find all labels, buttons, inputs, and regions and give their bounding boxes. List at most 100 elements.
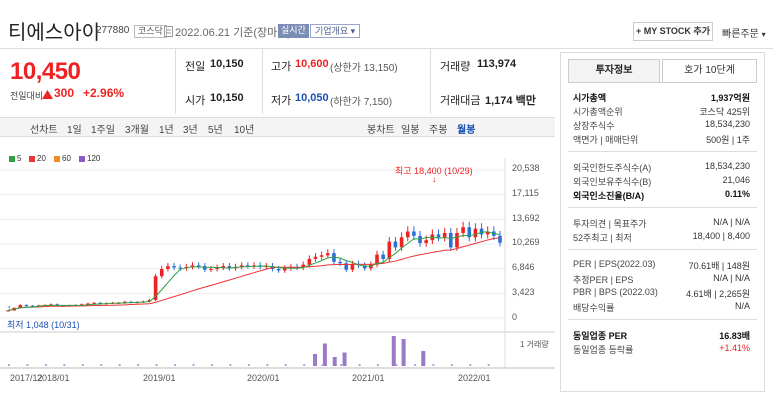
info-key: 외국인소진율(B/A) [573,191,645,201]
info-value: 500원 | 1주 [706,135,750,145]
change-label: 전일대비 [10,91,44,101]
arrow-up-icon: ↑ [7,303,12,313]
info-key: 배당수익률 [573,303,615,313]
price-chart[interactable] [0,158,555,402]
info-key: 상장주식수 [573,121,615,131]
candle-chart-label: 봉차트 [367,125,395,136]
prev-label: 전일 [185,61,206,73]
info-value: 16.83배 [719,331,750,341]
candle-monthly[interactable]: 월봉 [457,121,475,136]
volume-bar [266,364,269,366]
info-value: 1,937억원 [710,93,750,103]
quick-order-button[interactable]: 빠른주문 ▾ [722,25,766,40]
price-change: 300 [54,86,75,100]
current-price: 10,450 [10,58,81,85]
info-value: 18,400 | 8,400 [692,231,750,241]
tab-invest-info[interactable]: 투자정보 [568,59,660,82]
volume-bar [247,364,250,366]
line-chart-label: 선차트 [30,125,58,136]
tab-underline [568,82,757,83]
volume-bar [313,354,318,366]
stock-name[interactable]: 티에스아이 [8,16,100,45]
y-tick: 6,846 [512,262,535,272]
candle-body [307,258,312,265]
period-3m[interactable]: 3개월 [125,121,149,136]
candle-body [498,235,502,243]
volume-bar [421,351,426,366]
chevron-down-icon: ▾ [761,30,766,39]
candle-weekly[interactable]: 주봉 [429,121,447,136]
calendar-icon [164,26,173,37]
volume-bar [63,364,66,366]
chevron-down-icon: ▾ [350,26,356,36]
volume-bar [210,364,213,366]
corp-info-label: 기업개요 [315,26,349,36]
y-tick: 17,115 [512,188,539,198]
volume-bar [401,339,406,366]
candle-body [166,266,170,269]
divider [430,49,431,114]
info-key: 투자의견 | 목표주가 [573,219,647,229]
candle-body [196,265,201,267]
volume-bar [174,364,177,366]
period-1w[interactable]: 1주일 [91,121,115,136]
volume-bar [8,364,10,366]
lower-limit: (하한가 7,150) [330,97,393,108]
volume-label: 거래량 [440,61,471,73]
period-1d[interactable]: 1일 [67,121,82,136]
period-10y[interactable]: 10년 [234,121,254,136]
period-1y[interactable]: 1년 [159,121,174,136]
volume-bar [137,364,140,366]
chart-grid [0,169,505,319]
info-key: PBR | BPS (2022.03) [573,287,658,297]
period-5y[interactable]: 5년 [208,121,223,136]
candle-body [393,241,398,248]
info-value: 0.11% [724,189,750,199]
low-price: 10,050 [295,92,329,104]
volume-bar [332,357,337,366]
candle-body [449,232,453,248]
volume-bar [100,364,103,366]
info-value: 4.61배 | 2,265원 [686,289,750,299]
volume-bar [192,364,195,366]
info-value: +1.41% [719,343,750,353]
ma20-line [7,237,501,311]
volume-bar [358,364,361,366]
volume-bar [26,364,29,366]
stock-code: 277880 [96,25,130,36]
corp-info-dropdown[interactable]: 기업개요 ▾ [310,24,361,38]
volume-bar [487,364,490,366]
low-annotation: 최저 1,048 (10/31) [7,320,80,330]
info-key: PER | EPS(2022.03) [573,259,656,269]
volume-bar [391,336,396,366]
candle-body [319,255,324,257]
stock-header: 티에스아이 277880 코스닥 2022.06.21 기준(장마감) 실시간 … [0,0,773,48]
volume-bar [432,364,435,366]
info-value: 18,534,230 [704,161,750,171]
candle-body [399,237,404,248]
y-tick: 10,269 [512,237,540,247]
info-value: N/A | N/A [713,217,750,227]
info-key: 동일업종 PER [573,331,628,341]
info-key: 추정PER | EPS [573,275,634,285]
volume-bar [303,364,306,366]
divider [568,207,757,208]
candle-body [338,261,342,264]
tab-orderbook[interactable]: 호가 10단계 [662,59,757,82]
info-value: 70.61배 | 148원 [688,261,750,271]
volume-bar [118,364,121,366]
divider [568,151,757,152]
candle-body [203,266,207,270]
candle-body [381,254,385,259]
y-tick: 20,538 [512,163,540,173]
info-key: 시가총액순위 [573,107,623,117]
candle-daily[interactable]: 일봉 [401,121,419,136]
realtime-button[interactable]: 실시간 [278,24,309,38]
base-date: 2022.06.21 기준(장마감) [175,27,292,39]
info-key: 동일업종 등락률 [573,345,634,355]
volume-bar [155,364,158,366]
mystock-add-button[interactable]: + MY STOCK 추가 [633,22,713,41]
period-3y[interactable]: 3년 [183,121,198,136]
info-value: 18,534,230 [704,119,750,129]
volume-bars [8,336,490,366]
